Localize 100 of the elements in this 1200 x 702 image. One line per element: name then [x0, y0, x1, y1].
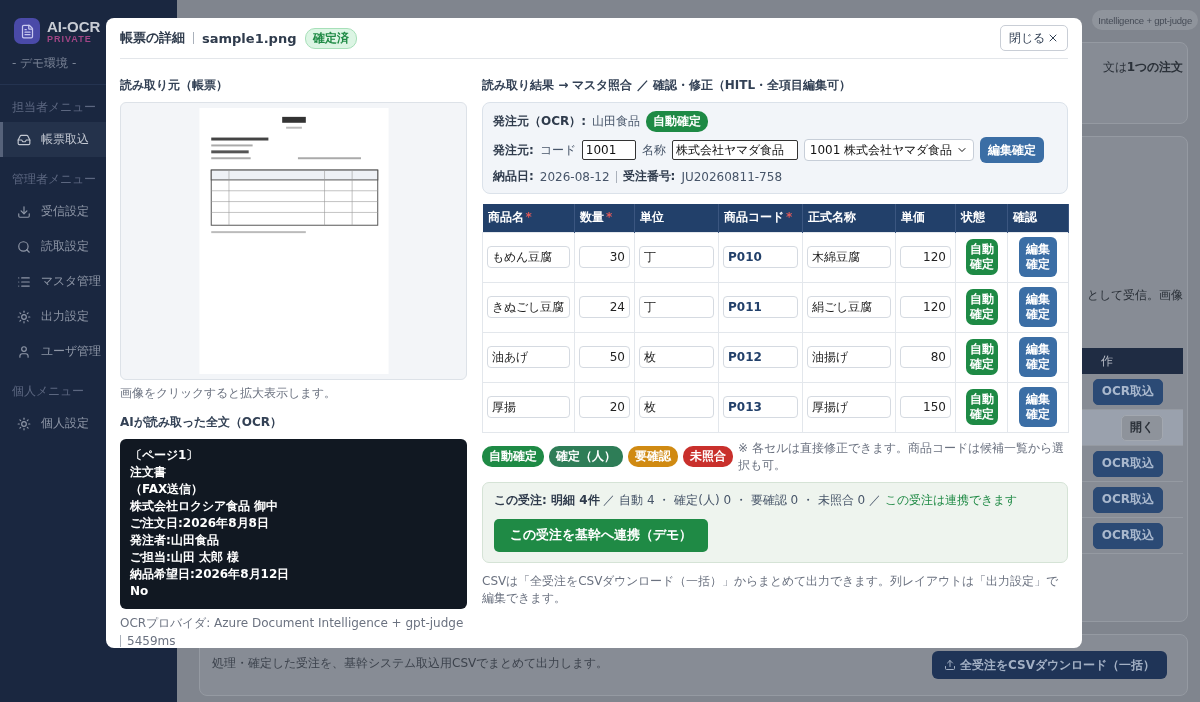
column-header: 正式名称 — [802, 204, 896, 232]
summary-text: この受注: 明細 4件 ／ 自動 4 ・ 確定(人) 0 ・ 要確認 0 ・ 未照合 0 ／ この受注は連携できます — [494, 491, 1017, 509]
official-name-field[interactable]: 絹ごし豆腐 — [807, 296, 891, 319]
unit-field[interactable]: 枚 — [639, 346, 714, 369]
unit-field[interactable]: 丁 — [639, 296, 714, 319]
menu-section-title: 管理者メニュー — [12, 171, 96, 188]
environment-label: - デモ環境 - — [12, 56, 77, 70]
ocr-line: ご担当:山田 太郎 様 — [130, 549, 240, 566]
row-action-button[interactable]: 開く — [1121, 414, 1163, 441]
column-header: 単位 — [634, 204, 719, 232]
quantity-field[interactable]: 20 — [579, 396, 630, 418]
ocr-line: No — [130, 583, 149, 600]
order-number: JU20260811-758 — [681, 169, 782, 184]
unit-price-field[interactable]: 80 — [900, 346, 951, 368]
export-note: 処理・確定した受注を、基幹システム取込用CSVでまとめて出力します。 — [212, 655, 609, 672]
confirm-button[interactable]: 編集確定 — [1019, 387, 1057, 427]
official-name-field[interactable]: 厚揚げ — [807, 396, 891, 419]
user-icon — [17, 344, 31, 359]
supplier-select[interactable]: 1001 株式会社ヤマダ食品 — [803, 139, 975, 161]
quantity-field[interactable]: 24 — [579, 296, 630, 318]
section-heading: 読み取り結果 → マスタ照合 ／ 確認・修正（HITL・全項目編集可） — [482, 77, 852, 94]
card-text: 文は1つの注文 — [1102, 59, 1183, 76]
code-field[interactable]: 1001 — [581, 140, 636, 160]
field-label: 納品日: — [493, 168, 534, 185]
legend-note: ※ 各セルは直接修正できます。商品コードは候補一覧から選択も可。 — [738, 439, 1065, 474]
list-icon — [17, 274, 31, 289]
row-action-button[interactable]: OCR取込 — [1092, 450, 1163, 477]
column-header: 数量 * — [574, 204, 635, 232]
product-name-field[interactable]: 厚揚 — [487, 396, 570, 419]
close-button[interactable]: 閉じる — [1000, 25, 1068, 51]
unit-price-field[interactable]: 150 — [900, 396, 951, 418]
sidebar-item[interactable]: 受信設定 — [0, 194, 177, 229]
field-label: 名称 — [641, 141, 666, 159]
field-label: コード — [539, 141, 576, 159]
status-tag: 自動確定 — [965, 289, 998, 325]
product-code-field[interactable]: P012 — [723, 346, 798, 368]
dialog-title: 帳票の詳細 — [120, 29, 185, 47]
field-label: 発注元: — [493, 141, 534, 159]
ocr-line: 株式会社ロクシア食品 御中 — [130, 498, 279, 515]
confirm-button[interactable]: 編集確定 — [1019, 237, 1057, 277]
sidebar-item[interactable]: マスタ管理 — [0, 264, 177, 299]
ocr-line: 〔ページ1〕 — [130, 447, 199, 464]
status-tag: 自動確定 — [965, 389, 998, 425]
unit-price-field[interactable]: 120 — [900, 246, 951, 268]
provider-label: OCRプロバイダ: Azure Document Intelligence + gpt-judge — [120, 615, 464, 632]
logo-icon — [14, 18, 40, 44]
provider-pill: Intelligence + gpt-judge — [1092, 10, 1198, 30]
integrate-button[interactable]: この受注を基幹へ連携（デモ） — [494, 518, 708, 552]
row-action-button[interactable]: OCR取込 — [1092, 378, 1163, 405]
ocr-line: （FAX送信） — [130, 481, 204, 498]
sidebar-item[interactable]: 出力設定 — [0, 299, 177, 334]
confirm-button[interactable]: 編集確定 — [980, 137, 1045, 163]
csv-download-button[interactable]: 全受注をCSVダウンロード（一括） — [932, 651, 1167, 679]
official-name-field[interactable]: 木綿豆腐 — [807, 246, 891, 269]
preview-caption: 画像をクリックすると拡大表示します。 — [120, 385, 336, 402]
menu-section-title: 担当者メニュー — [12, 99, 96, 116]
legend-tag: 確定（人） — [549, 446, 623, 467]
column-header: 状態 — [955, 204, 1008, 232]
delivery-date: 2026-08-12 — [539, 169, 610, 184]
ocr-line: 発注者:山田食品 — [130, 532, 219, 549]
ocr-supplier: 山田食品 — [592, 113, 641, 130]
unit-field[interactable]: 枚 — [639, 396, 714, 419]
logo-subtitle: PRIVATE — [47, 33, 93, 44]
status-tag: 自動確定 — [965, 339, 998, 375]
status-tag: 自動確定 — [646, 111, 709, 132]
quantity-field[interactable]: 30 — [579, 246, 630, 268]
product-code-field[interactable]: P011 — [723, 296, 798, 318]
product-name-field[interactable]: きぬごし豆腐 — [487, 296, 570, 319]
footer-note: CSVは「全受注をCSVダウンロード（一括）」からまとめて出力できます。列レイアウトは「出力設定」で編集できます。 — [482, 572, 1060, 607]
official-name-field[interactable]: 油揚げ — [807, 346, 891, 369]
row-action-button[interactable]: OCR取込 — [1092, 522, 1163, 549]
file-name: sample1.png — [202, 30, 297, 46]
product-name-field[interactable]: もめん豆腐 — [487, 246, 570, 269]
ocr-line: 注文書 — [130, 464, 166, 481]
column-header: 確認 — [1007, 204, 1069, 232]
confirm-button[interactable]: 編集確定 — [1019, 287, 1057, 327]
unit-field[interactable]: 丁 — [639, 246, 714, 269]
preview-panel[interactable] — [120, 102, 467, 380]
row-action-button[interactable]: OCR取込 — [1092, 486, 1163, 513]
column-header: 単価 — [895, 204, 956, 232]
processing-time: 5459ms — [127, 634, 176, 648]
field-label: 発注元（OCR）: — [493, 113, 587, 130]
sidebar-item[interactable]: ユーザ管理 — [0, 334, 177, 369]
product-code-field[interactable]: P010 — [723, 246, 798, 268]
section-heading: AIが読み取った全文（OCR） — [120, 414, 282, 431]
close-icon — [1047, 32, 1059, 44]
legend-tag: 未照合 — [683, 446, 733, 467]
search-icon — [17, 239, 31, 254]
ocr-line: 納品希望日:2026年8月12日 — [130, 566, 290, 583]
inbox-icon — [17, 132, 31, 147]
product-name-field[interactable]: 油あげ — [487, 346, 570, 369]
legend-tag: 自動確定 — [482, 446, 544, 467]
name-field[interactable]: 株式会社ヤマダ食品 — [671, 140, 798, 160]
product-code-field[interactable]: P013 — [723, 396, 798, 418]
sidebar-item[interactable]: 読取設定 — [0, 229, 177, 264]
confirm-button[interactable]: 編集確定 — [1019, 337, 1057, 377]
unit-price-field[interactable]: 120 — [900, 296, 951, 318]
quantity-field[interactable]: 50 — [579, 346, 630, 368]
column-header: 商品名 * — [482, 204, 575, 232]
download-icon — [17, 204, 31, 219]
